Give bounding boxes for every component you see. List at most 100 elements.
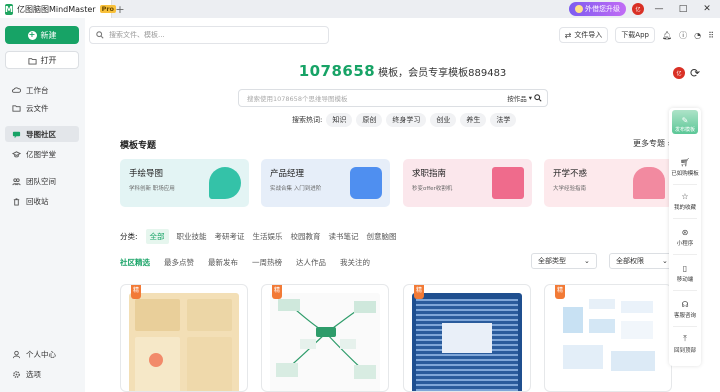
thumbnail-image xyxy=(412,293,522,391)
skin-icon[interactable]: ◔ xyxy=(694,31,701,40)
search-input[interactable]: 搜索文件、模板... xyxy=(89,26,329,44)
chevron-down-icon: ⌄ xyxy=(584,257,590,265)
minimize-button[interactable]: — xyxy=(650,4,668,14)
back-to-top-button[interactable]: ⤒ 回到顶部 xyxy=(669,334,701,354)
new-button[interactable]: + 新建 xyxy=(5,26,79,44)
template-thumbnail[interactable]: 精 xyxy=(403,284,531,392)
hot-word-chip[interactable]: 养生 xyxy=(460,113,487,127)
search-icon[interactable] xyxy=(534,94,542,102)
import-button[interactable]: ⇄ 文件导入 xyxy=(558,27,609,43)
type-select[interactable]: 全部类型 ⌄ xyxy=(531,253,597,269)
tab-weekly-hot[interactable]: 一周热榜 xyxy=(252,257,282,268)
user-icon xyxy=(12,350,21,358)
topic-card-illustration xyxy=(209,167,241,199)
hot-word-chip[interactable]: 终身学习 xyxy=(386,113,427,127)
template-thumbnail[interactable]: 精 xyxy=(261,284,389,392)
hot-word-chip[interactable]: 法学 xyxy=(490,113,517,127)
toolbar: ⇄ 文件导入 下载App 🔔︎ ⓘ ◔ ⠿ xyxy=(558,26,720,44)
right-bar-label: 已如购模板 xyxy=(671,171,699,177)
purchased-templates-button[interactable]: 🛒︎ 已如购模板 xyxy=(669,158,701,177)
download-app-label: 下载App xyxy=(621,31,649,39)
divider xyxy=(673,184,697,185)
featured-badge: 精 xyxy=(414,285,424,299)
topic-card-illustration xyxy=(633,167,665,199)
sidebar-item-academy[interactable]: 亿图学堂 xyxy=(5,146,79,162)
sidebar-item-label: 回收站 xyxy=(26,196,49,206)
sidebar-item-community[interactable]: 导图社区 xyxy=(5,126,79,142)
sidebar-item-label: 团队空间 xyxy=(26,176,56,186)
more-topics-link[interactable]: 更多专题 › xyxy=(633,138,671,149)
sidebar-item-label: 选项 xyxy=(26,369,41,379)
folder-open-icon xyxy=(27,57,37,65)
cart-icon: 🛒︎ xyxy=(679,158,691,167)
close-button[interactable]: ✕ xyxy=(698,4,716,14)
maximize-button[interactable]: □ xyxy=(674,4,692,14)
mobile-button[interactable]: ▯ 移动端 xyxy=(669,264,701,283)
open-button-label: 打开 xyxy=(40,55,57,65)
divider xyxy=(673,290,697,291)
divider xyxy=(673,254,697,255)
open-button[interactable]: 打开 xyxy=(5,51,79,69)
avatar[interactable]: 亿 xyxy=(632,3,644,15)
category-option[interactable]: 生活娱乐 xyxy=(253,231,283,242)
download-app-button[interactable]: 下载App xyxy=(615,27,655,43)
bell-icon[interactable]: 🔔︎ xyxy=(662,31,672,40)
tab-experts[interactable]: 达人作品 xyxy=(296,257,326,268)
cloud-icon xyxy=(12,86,21,93)
sidebar-item-team[interactable]: 团队空间 xyxy=(5,173,79,189)
mini-program-button[interactable]: ⊛ 小程序 xyxy=(669,228,701,247)
tab-most-liked[interactable]: 最多点赞 xyxy=(164,257,194,268)
category-option[interactable]: 校园教育 xyxy=(291,231,321,242)
help-icon[interactable]: ⓘ xyxy=(679,30,687,41)
publish-template-button[interactable]: ✎ 发布模板 xyxy=(672,110,698,134)
template-thumbnail[interactable]: 精 xyxy=(544,284,672,392)
category-option-all[interactable]: 全部 xyxy=(145,229,169,244)
template-thumbnail[interactable]: 精 xyxy=(120,284,248,392)
new-tab-icon[interactable]: + xyxy=(112,3,128,16)
thumbnail-image xyxy=(129,293,239,391)
permission-select[interactable]: 全部权限 ⌄ xyxy=(609,253,675,269)
headset-icon: ☊ xyxy=(681,300,689,309)
sidebar-item-cloud-files[interactable]: 云文件 xyxy=(5,100,79,116)
hot-word-chip[interactable]: 创业 xyxy=(430,113,457,127)
topic-card-product-manager[interactable]: 产品经理 实战合集 入门到进阶 xyxy=(261,159,390,207)
topic-card-back-to-school[interactable]: 开学不惑 大学经验指南 xyxy=(544,159,673,207)
right-floating-toolbar: ✎ 发布模板 🛒︎ 已如购模板 ☆ 我的收藏 ⊛ 小程序 ▯ 移动端 ☊ 客服咨… xyxy=(669,108,701,366)
gear-icon xyxy=(13,370,20,378)
app-tab[interactable]: M 亿图脑图MindMaster Pro xyxy=(0,0,116,18)
publish-template-label: 发布模板 xyxy=(674,127,695,133)
permission-select-value: 全部权限 xyxy=(616,257,644,265)
category-option[interactable]: 创意脑图 xyxy=(367,231,397,242)
sidebar-item-label: 导图社区 xyxy=(26,129,56,139)
topic-card-handdrawn[interactable]: 手绘导图 学科创新 职场应用 xyxy=(120,159,249,207)
back-to-top-icon: ⤒ xyxy=(683,334,687,343)
upgrade-label: 外借您升级 xyxy=(585,5,620,13)
import-label: 文件导入 xyxy=(574,31,603,39)
template-search-input[interactable]: 搜索使用1078658个思维导图模板 按作品 ▾ xyxy=(238,89,548,107)
sidebar-item-label: 工作台 xyxy=(26,85,49,95)
upgrade-button[interactable]: 外借您升级 xyxy=(569,2,626,16)
right-bar-label: 我的收藏 xyxy=(673,205,696,211)
sidebar-item-workbench[interactable]: 工作台 xyxy=(5,82,79,98)
tab-featured[interactable]: 社区精选 xyxy=(120,257,150,268)
refresh-icon[interactable]: ⟳ xyxy=(690,66,700,80)
topic-card-illustration xyxy=(492,167,524,199)
category-option[interactable]: 读书笔记 xyxy=(329,231,359,242)
hot-word-chip[interactable]: 知识 xyxy=(326,113,353,127)
sidebar-item-label: 亿图学堂 xyxy=(26,149,56,159)
search-scope-dropdown[interactable]: 按作品 ▾ xyxy=(507,93,547,103)
more-topics-label: 更多专题 xyxy=(633,139,665,148)
category-option[interactable]: 考研考证 xyxy=(215,231,245,242)
topic-card-job-guide[interactable]: 求职指南 秒变offer收割机 xyxy=(403,159,532,207)
sidebar-item-trash[interactable]: 回收站 xyxy=(5,193,79,209)
avatar[interactable]: 亿 xyxy=(673,67,685,79)
category-option[interactable]: 职业技能 xyxy=(177,231,207,242)
customer-service-button[interactable]: ☊ 客服咨询 xyxy=(669,300,701,319)
tab-following[interactable]: 我关注的 xyxy=(340,257,370,268)
hot-word-chip[interactable]: 原创 xyxy=(356,113,383,127)
my-favorites-button[interactable]: ☆ 我的收藏 xyxy=(669,192,701,211)
sidebar-item-options[interactable]: 选项 xyxy=(5,366,79,382)
sidebar-item-profile[interactable]: 个人中心 xyxy=(5,346,79,362)
grid-menu-icon[interactable]: ⠿ xyxy=(708,31,714,40)
tab-latest[interactable]: 最新发布 xyxy=(208,257,238,268)
